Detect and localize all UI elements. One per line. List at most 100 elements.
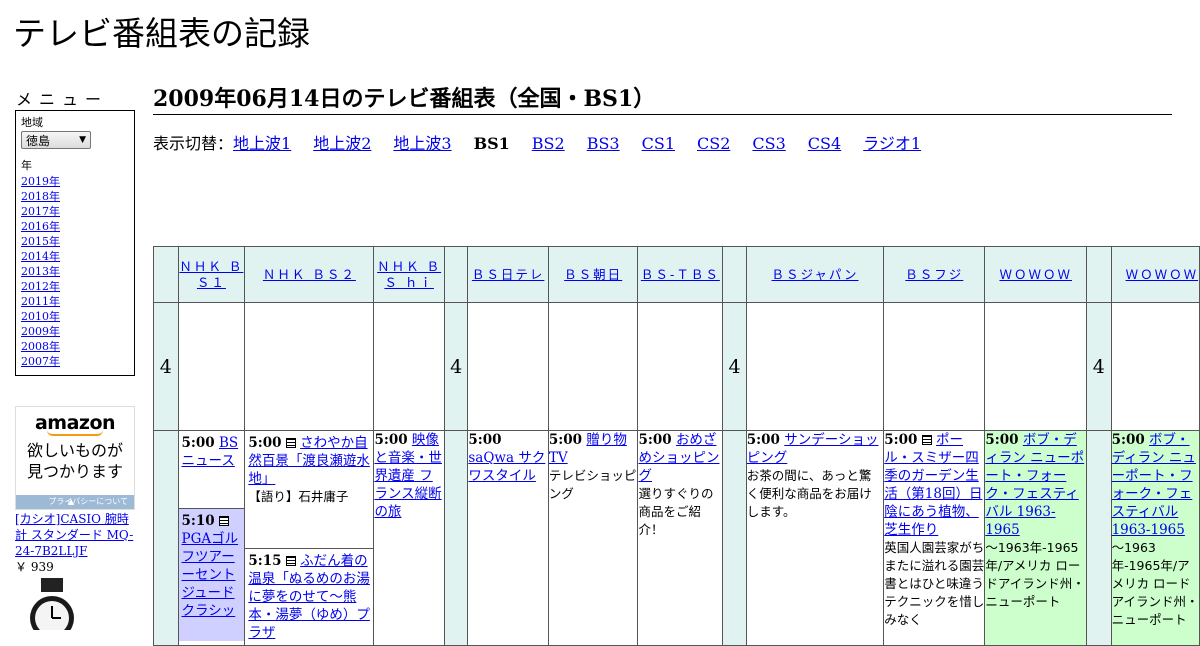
hour-cell: 4	[443, 302, 469, 431]
program-time: 5:10	[181, 513, 215, 529]
empty-slot	[745, 302, 885, 431]
program-description: ～1963年-1965年/アメリカ ロードアイランド州・ニューポート	[1111, 540, 1199, 627]
page-heading: 2009年06月14日のテレビ番組表（全国・BS1）	[153, 84, 1172, 115]
channel-header[interactable]: ＮＨＫ ＢＳ２	[244, 246, 375, 303]
channel-header[interactable]: ＢＳ-ＴＢＳ	[637, 246, 724, 303]
empty-slot	[984, 302, 1088, 431]
empty-slot	[373, 302, 445, 431]
program-description: 英国人園芸家がちまたに溢れる園芸書とはひと味違うテクニックを惜しみなく	[884, 540, 985, 627]
data-broadcast-icon	[218, 516, 229, 526]
channel-header[interactable]: ＢＳフジ	[883, 246, 986, 303]
switch-item-link[interactable]: CS4	[808, 134, 841, 153]
channel-link[interactable]: ＮＨＫ ＢＳ１	[179, 259, 243, 290]
year-link[interactable]: 2009年	[21, 325, 60, 338]
program-time: 5:00	[1111, 432, 1145, 448]
empty-slot	[244, 302, 375, 431]
channel-link[interactable]: ＢＳ朝日	[564, 267, 622, 282]
display-switcher: 表示切替：地上波1 地上波2 地上波3 BS1 BS2 BS3 CS1 CS2 CS3 CS4 ラジ…	[153, 134, 943, 154]
channel-link[interactable]: ＢＳ日テレ	[472, 267, 545, 282]
region-select[interactable]: 徳島 ▼	[21, 131, 91, 149]
program-title-link[interactable]: PGAゴルフツアー ーセントジュード クラシッ	[182, 531, 239, 619]
program-title-link[interactable]: saQwa サクワスタイル	[468, 450, 545, 484]
channel-header[interactable]: ＮＨＫ ＢＳ ｈｉ	[373, 246, 445, 303]
program-entry: 5:10 PGAゴルフツアー ーセントジュード クラシッ	[178, 509, 245, 641]
year-link[interactable]: 2012年	[21, 280, 60, 293]
year-item: 2016年	[21, 219, 129, 234]
ad-catchphrase: 欲しいものが 見つかります	[16, 440, 134, 482]
subtitle-icon	[921, 435, 932, 445]
region-select-value: 徳島	[26, 133, 51, 148]
empty-slot	[177, 302, 246, 431]
program-entry: 5:00 さわやか自然百景「渡良瀬遊水地」 【語り】石井庸子	[245, 431, 374, 549]
year-link[interactable]: 2017年	[21, 205, 60, 218]
program-cell: 5:00 おめざめショッピング 選りすぐりの商品をご紹介！	[637, 430, 724, 646]
year-link[interactable]: 2011年	[21, 295, 60, 308]
switch-item-link[interactable]: ラジオ1	[863, 134, 921, 153]
switch-item-link[interactable]: BS3	[587, 134, 620, 153]
hour-cell: 4	[722, 302, 747, 431]
triangle-up-icon: ▲	[68, 497, 75, 506]
year-link[interactable]: 2016年	[21, 220, 60, 233]
channel-header[interactable]: ＢＳジャパン	[745, 246, 885, 303]
year-link[interactable]: 2013年	[21, 265, 60, 278]
switch-item-link[interactable]: CS2	[697, 134, 730, 153]
ad-privacy-link[interactable]: ▲ プライバシーについて	[16, 495, 134, 509]
channel-header[interactable]: ＷＯＷＯＷ	[984, 246, 1088, 303]
year-item: 2013年	[21, 264, 129, 279]
year-link[interactable]: 2014年	[21, 250, 60, 263]
switch-item-link[interactable]: CS3	[752, 134, 785, 153]
switch-item-link[interactable]: 地上波1	[233, 134, 291, 153]
hour-header-cell	[443, 246, 469, 303]
switch-item-link[interactable]: 地上波3	[393, 134, 451, 153]
year-link[interactable]: 2007年	[21, 355, 60, 368]
switch-item-link[interactable]: CS1	[642, 134, 675, 153]
empty-slot	[467, 302, 549, 431]
region-label: 地域	[21, 116, 43, 129]
subtitle-icon	[285, 438, 296, 448]
hour-header-cell	[153, 246, 179, 303]
year-item: 2019年	[21, 174, 129, 189]
year-link[interactable]: 2010年	[21, 310, 60, 323]
year-item: 2018年	[21, 189, 129, 204]
subtitle-icon	[285, 556, 296, 566]
year-link[interactable]: 2018年	[21, 190, 60, 203]
empty-slot	[547, 302, 639, 431]
year-link[interactable]: 2015年	[21, 235, 60, 248]
channel-link[interactable]: ＢＳフジ	[905, 267, 963, 282]
channel-header[interactable]: ＢＳ朝日	[547, 246, 639, 303]
hour-header-cell	[722, 246, 747, 303]
program-cell: 5:00 ボブ・ディラン ニューポート・フォーク・フェスティバル 1963-19…	[1110, 430, 1200, 646]
year-item: 2017年	[21, 204, 129, 219]
program-time: 5:15	[248, 553, 282, 569]
channel-header[interactable]: ＮＨＫ ＢＳ１	[177, 246, 246, 303]
year-item: 2011年	[21, 294, 129, 309]
channel-link[interactable]: ＢＳ-ＴＢＳ	[641, 267, 720, 282]
year-item: 2015年	[21, 234, 129, 249]
channel-header[interactable]: ＢＳ日テレ	[467, 246, 549, 303]
switch-item-link[interactable]: 地上波2	[313, 134, 371, 153]
chevron-down-icon: ▼	[79, 135, 86, 145]
switch-label: 表示切替：	[153, 134, 234, 153]
channel-link[interactable]: ＷＯＷＯＷ	[999, 267, 1072, 282]
sidebar-menu: 地域 徳島 ▼ 年 2019年 2018年 2017年 2016年 2015年 2014年…	[15, 110, 135, 376]
channel-link[interactable]: ＷＯＷＯＷ	[1126, 267, 1199, 282]
program-entry: 5:15 ふだん着の温泉「ぬるめのお湯に夢をのせて～熊本・湯夢（ゆめ）プラザ	[245, 549, 373, 645]
amazon-ad-banner[interactable]: amazon 欲しいものが 見つかります ▲ プライバシーについて	[15, 406, 135, 510]
program-cell: 5:00 BSニュース 5:10 PGAゴルフツアー ーセントジュード クラシッ	[177, 430, 246, 646]
year-link[interactable]: 2019年	[21, 175, 60, 188]
watch-product-image[interactable]	[17, 578, 87, 630]
hour-cell	[1086, 430, 1112, 646]
program-time: 5:00	[746, 432, 780, 448]
switch-item-link[interactable]: BS2	[532, 134, 565, 153]
channel-link[interactable]: ＮＨＫ ＢＳ ｈｉ	[377, 259, 441, 290]
channel-link[interactable]: ＮＨＫ ＢＳ２	[263, 267, 356, 282]
channel-link[interactable]: ＢＳジャパン	[772, 267, 859, 282]
year-item: 2008年	[21, 339, 129, 354]
year-link[interactable]: 2008年	[21, 340, 60, 353]
hour-cell	[722, 430, 747, 646]
hour-cell: 4	[153, 302, 179, 431]
channel-header[interactable]: ＷＯＷＯＷ	[1110, 246, 1200, 303]
site-title: テレビ番組表の記録	[13, 14, 310, 53]
hour-cell: 4	[1086, 302, 1112, 431]
ad-product-link[interactable]: [カシオ]CASIO 腕時計 スタンダード MQ-24-7B2LLJF	[15, 511, 139, 559]
